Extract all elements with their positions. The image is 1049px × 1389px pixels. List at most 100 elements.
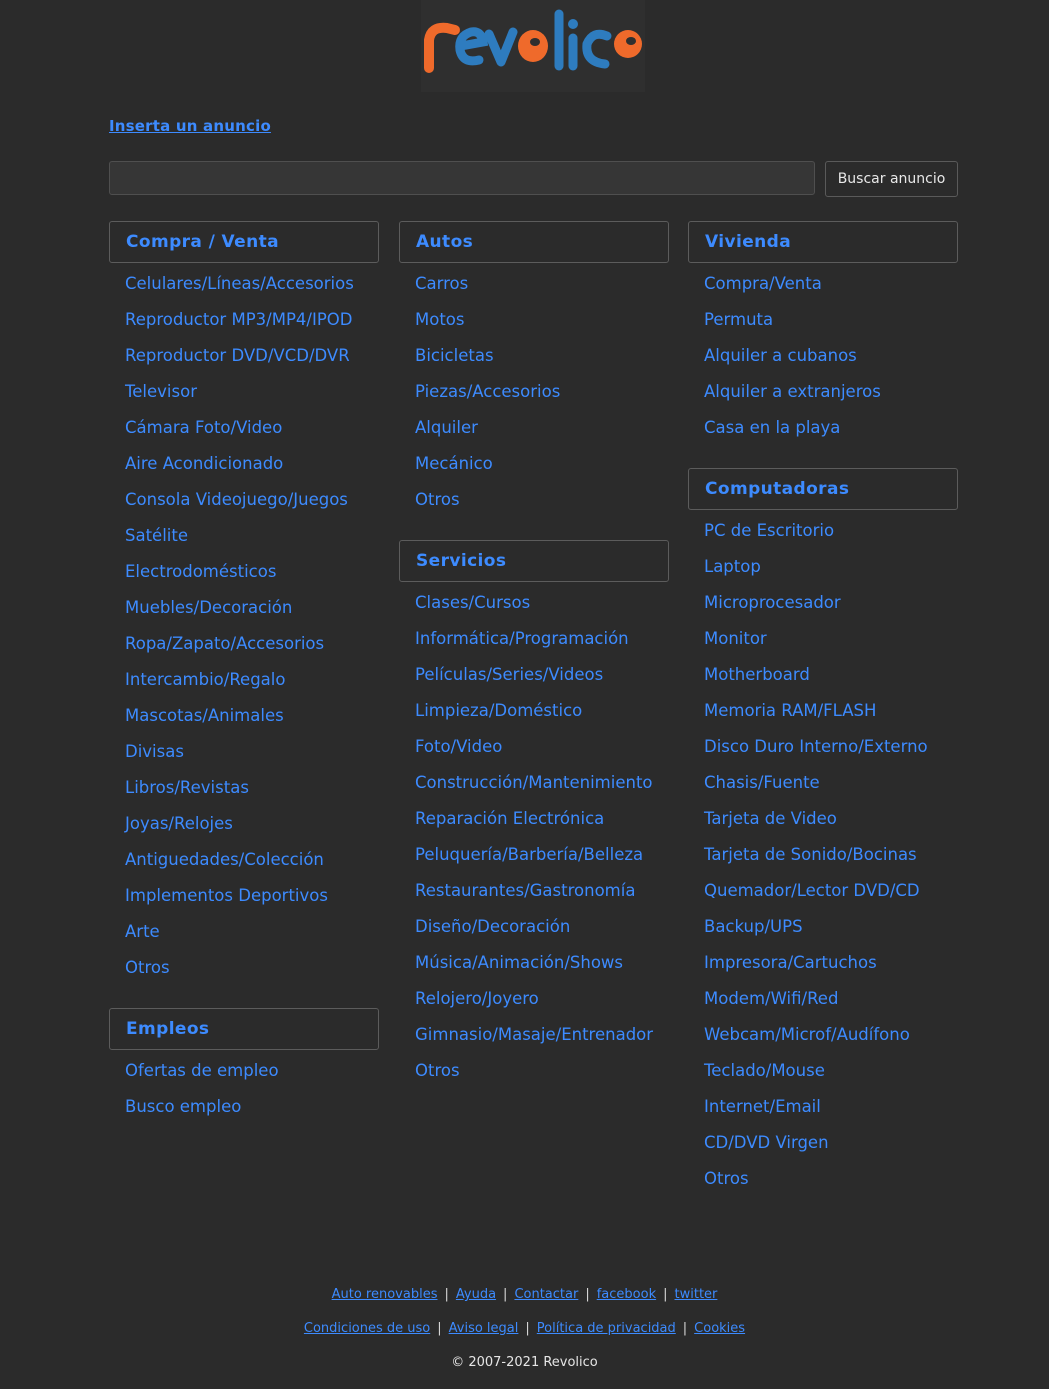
category-link[interactable]: Otros bbox=[125, 952, 379, 988]
category-link[interactable]: Clases/Cursos bbox=[415, 587, 669, 623]
category-link[interactable]: Construcción/Mantenimiento bbox=[415, 767, 669, 803]
category-link[interactable]: Tarjeta de Video bbox=[704, 803, 958, 839]
category-link[interactable]: Televisor bbox=[125, 376, 379, 412]
category-link[interactable]: Restaurantes/Gastronomía bbox=[415, 875, 669, 911]
footer-separator: | bbox=[682, 1321, 688, 1336]
category-link[interactable]: Diseño/Decoración bbox=[415, 911, 669, 947]
category-link[interactable]: Relojero/Joyero bbox=[415, 983, 669, 1019]
category-link[interactable]: Compra/Venta bbox=[704, 268, 958, 304]
category-link[interactable]: Webcam/Microf/Audífono bbox=[704, 1019, 958, 1055]
category-link[interactable]: Internet/Email bbox=[704, 1091, 958, 1127]
category-link[interactable]: Alquiler a cubanos bbox=[704, 340, 958, 376]
category-link[interactable]: Libros/Revistas bbox=[125, 772, 379, 808]
category-link[interactable]: PC de Escritorio bbox=[704, 515, 958, 551]
category-link[interactable]: Celulares/Líneas/Accesorios bbox=[125, 268, 379, 304]
footer-link-condiciones[interactable]: Condiciones de uso bbox=[304, 1321, 430, 1336]
category-link[interactable]: Gimnasio/Masaje/Entrenador bbox=[415, 1019, 669, 1055]
site-logo[interactable] bbox=[421, 0, 645, 92]
category-link[interactable]: Bicicletas bbox=[415, 340, 669, 376]
footer-link-privacidad[interactable]: Política de privacidad bbox=[537, 1321, 676, 1336]
section-title-empleos[interactable]: Empleos bbox=[109, 1008, 379, 1050]
category-link[interactable]: CD/DVD Virgen bbox=[704, 1127, 958, 1163]
footer-link-aviso-legal[interactable]: Aviso legal bbox=[449, 1321, 519, 1336]
category-list: Ofertas de empleo Busco empleo bbox=[109, 1050, 379, 1127]
category-link[interactable]: Casa en la playa bbox=[704, 412, 958, 448]
category-link[interactable]: Arte bbox=[125, 916, 379, 952]
category-list: Clases/Cursos Informática/Programación P… bbox=[399, 582, 669, 1091]
category-link[interactable]: Reproductor DVD/VCD/DVR bbox=[125, 340, 379, 376]
category-link[interactable]: Tarjeta de Sonido/Bocinas bbox=[704, 839, 958, 875]
category-link[interactable]: Cámara Foto/Video bbox=[125, 412, 379, 448]
category-link[interactable]: Backup/UPS bbox=[704, 911, 958, 947]
section-title-computadoras[interactable]: Computadoras bbox=[688, 468, 958, 510]
category-link[interactable]: Ropa/Zapato/Accesorios bbox=[125, 628, 379, 664]
footer-separator: | bbox=[503, 1287, 508, 1302]
category-link[interactable]: Otros bbox=[415, 484, 669, 520]
section-computadoras: Computadoras PC de Escritorio Laptop Mic… bbox=[688, 468, 958, 1199]
category-link[interactable]: Carros bbox=[415, 268, 669, 304]
category-link[interactable]: Muebles/Decoración bbox=[125, 592, 379, 628]
category-link[interactable]: Permuta bbox=[704, 304, 958, 340]
category-link[interactable]: Memoria RAM/FLASH bbox=[704, 695, 958, 731]
category-link[interactable]: Chasis/Fuente bbox=[704, 767, 958, 803]
category-link[interactable]: Informática/Programación bbox=[415, 623, 669, 659]
section-vivienda: Vivienda Compra/Venta Permuta Alquiler a… bbox=[688, 221, 958, 448]
category-link[interactable]: Quemador/Lector DVD/CD bbox=[704, 875, 958, 911]
category-link[interactable]: Motos bbox=[415, 304, 669, 340]
footer-separator: | bbox=[525, 1321, 530, 1336]
category-link[interactable]: Teclado/Mouse bbox=[704, 1055, 958, 1091]
category-link[interactable]: Peluquería/Barbería/Belleza bbox=[415, 839, 669, 875]
category-link[interactable]: Alquiler a extranjeros bbox=[704, 376, 958, 412]
category-column-1: Compra / Venta Celulares/Líneas/Accesori… bbox=[109, 221, 379, 1147]
category-link[interactable]: Reproductor MP3/MP4/IPOD bbox=[125, 304, 379, 340]
category-link[interactable]: Limpieza/Doméstico bbox=[415, 695, 669, 731]
category-link[interactable]: Busco empleo bbox=[125, 1091, 379, 1127]
section-title-vivienda[interactable]: Vivienda bbox=[688, 221, 958, 263]
category-link[interactable]: Foto/Video bbox=[415, 731, 669, 767]
footer-link-facebook[interactable]: facebook bbox=[597, 1287, 656, 1302]
category-link[interactable]: Antiguedades/Colección bbox=[125, 844, 379, 880]
footer-link-auto-renovables[interactable]: Auto renovables bbox=[332, 1287, 438, 1302]
category-link[interactable]: Alquiler bbox=[415, 412, 669, 448]
category-list: Carros Motos Bicicletas Piezas/Accesorio… bbox=[399, 263, 669, 520]
category-link[interactable]: Microprocesador bbox=[704, 587, 958, 623]
section-servicios: Servicios Clases/Cursos Informática/Prog… bbox=[399, 540, 669, 1091]
footer-link-cookies[interactable]: Cookies bbox=[694, 1321, 745, 1336]
category-link[interactable]: Mecánico bbox=[415, 448, 669, 484]
copyright-text: © 2007-2021 Revolico bbox=[451, 1355, 598, 1370]
insert-ad-link[interactable]: Inserta un anuncio bbox=[109, 117, 271, 135]
section-title-autos[interactable]: Autos bbox=[399, 221, 669, 263]
category-link[interactable]: Disco Duro Interno/Externo bbox=[704, 731, 958, 767]
category-link[interactable]: Aire Acondicionado bbox=[125, 448, 379, 484]
category-link[interactable]: Otros bbox=[704, 1163, 958, 1199]
category-link[interactable]: Reparación Electrónica bbox=[415, 803, 669, 839]
category-link[interactable]: Motherboard bbox=[704, 659, 958, 695]
category-link[interactable]: Ofertas de empleo bbox=[125, 1055, 379, 1091]
category-link[interactable]: Satélite bbox=[125, 520, 379, 556]
category-link[interactable]: Impresora/Cartuchos bbox=[704, 947, 958, 983]
category-link[interactable]: Monitor bbox=[704, 623, 958, 659]
section-title-servicios[interactable]: Servicios bbox=[399, 540, 669, 582]
footer-link-twitter[interactable]: twitter bbox=[675, 1287, 718, 1302]
category-link[interactable]: Música/Animación/Shows bbox=[415, 947, 669, 983]
revolico-logo-graphic bbox=[424, 9, 642, 73]
category-link[interactable]: Intercambio/Regalo bbox=[125, 664, 379, 700]
footer-separator: | bbox=[585, 1287, 590, 1302]
category-link[interactable]: Electrodomésticos bbox=[125, 556, 379, 592]
category-link[interactable]: Piezas/Accesorios bbox=[415, 376, 669, 412]
search-input[interactable] bbox=[109, 161, 815, 195]
category-link[interactable]: Modem/Wifi/Red bbox=[704, 983, 958, 1019]
category-link[interactable]: Otros bbox=[415, 1055, 669, 1091]
footer-link-ayuda[interactable]: Ayuda bbox=[456, 1287, 496, 1302]
category-column-3: Vivienda Compra/Venta Permuta Alquiler a… bbox=[688, 221, 958, 1219]
category-link[interactable]: Laptop bbox=[704, 551, 958, 587]
category-link[interactable]: Divisas bbox=[125, 736, 379, 772]
category-link[interactable]: Consola Videojuego/Juegos bbox=[125, 484, 379, 520]
footer-link-contactar[interactable]: Contactar bbox=[514, 1287, 578, 1302]
category-link[interactable]: Películas/Series/Videos bbox=[415, 659, 669, 695]
search-button[interactable]: Buscar anuncio bbox=[825, 161, 958, 197]
category-link[interactable]: Implementos Deportivos bbox=[125, 880, 379, 916]
category-link[interactable]: Joyas/Relojes bbox=[125, 808, 379, 844]
category-link[interactable]: Mascotas/Animales bbox=[125, 700, 379, 736]
section-title-compra-venta[interactable]: Compra / Venta bbox=[109, 221, 379, 263]
